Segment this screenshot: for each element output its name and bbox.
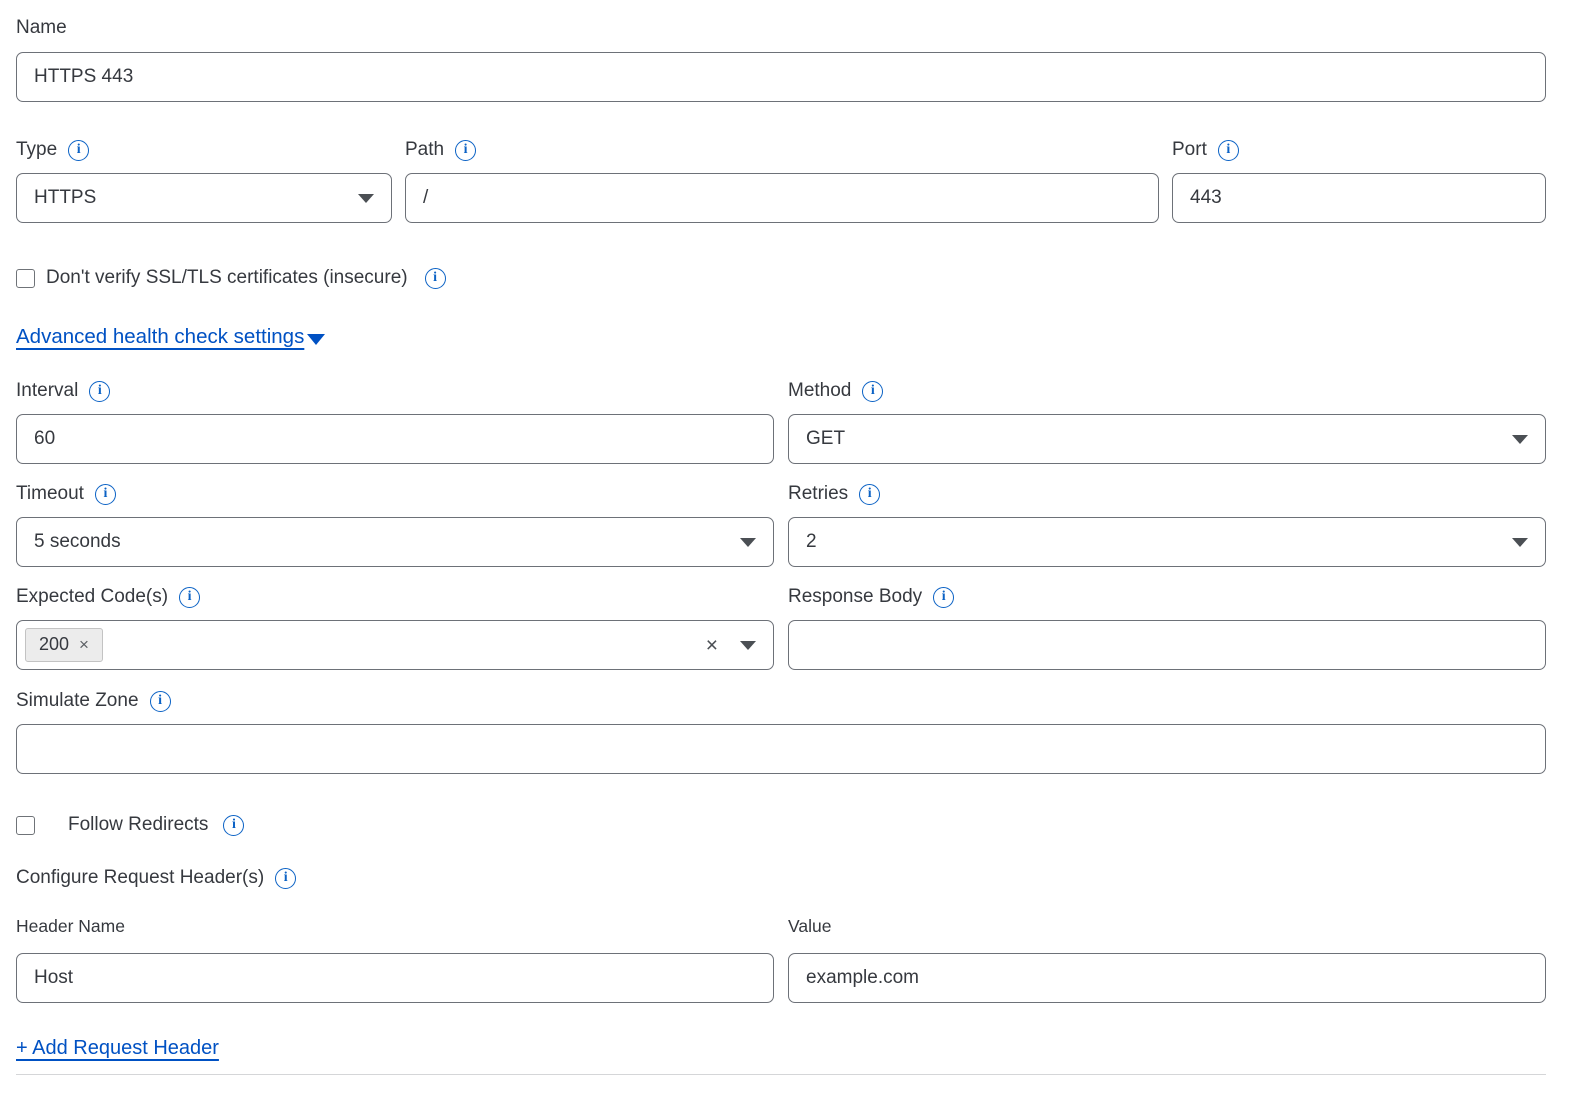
info-icon[interactable]: i (89, 381, 110, 402)
timeout-field-group: Timeout i 5 seconds (16, 482, 774, 567)
info-icon[interactable]: i (455, 140, 476, 161)
path-input[interactable] (405, 173, 1159, 223)
info-icon[interactable]: i (859, 484, 880, 505)
follow-redirects-checkbox[interactable] (16, 816, 35, 835)
info-icon[interactable]: i (275, 868, 296, 889)
response-body-field-group: Response Body i (788, 585, 1546, 670)
expected-code-tag-value: 200 (39, 634, 69, 656)
interval-input[interactable] (16, 414, 774, 464)
type-select[interactable]: HTTPS (16, 173, 392, 223)
response-body-label: Response Body (788, 585, 922, 609)
interval-field-group: Interval i (16, 379, 774, 464)
advanced-settings-toggle[interactable]: Advanced health check settings (16, 325, 325, 349)
method-label: Method (788, 379, 851, 403)
chevron-down-icon (358, 194, 374, 203)
name-input[interactable] (16, 52, 1546, 102)
expected-codes-label: Expected Code(s) (16, 585, 168, 609)
info-icon[interactable]: i (179, 587, 200, 608)
add-request-header[interactable]: + Add Request Header (16, 1037, 219, 1060)
port-label: Port (1172, 138, 1207, 162)
chevron-down-icon (1512, 538, 1528, 547)
advanced-settings-link[interactable]: Advanced health check settings (16, 325, 304, 349)
info-icon[interactable]: i (862, 381, 883, 402)
simulate-zone-input[interactable] (16, 724, 1546, 774)
port-input[interactable] (1172, 173, 1546, 223)
follow-redirects-row: Follow Redirects i (16, 814, 1546, 836)
header-value-field-group: Value (788, 915, 1546, 1003)
timeout-select[interactable]: 5 seconds (16, 517, 774, 567)
retries-select[interactable]: 2 (788, 517, 1546, 567)
timeout-select-value: 5 seconds (34, 531, 121, 553)
verify-ssl-label: Don't verify SSL/TLS certificates (insec… (46, 267, 408, 289)
expected-codes-multiselect[interactable]: 200 × × (16, 620, 774, 670)
header-value-input[interactable] (788, 953, 1546, 1003)
retries-field-group: Retries i 2 (788, 482, 1546, 567)
timeout-label: Timeout (16, 482, 84, 506)
verify-ssl-row: Don't verify SSL/TLS certificates (insec… (16, 267, 1546, 289)
type-select-value: HTTPS (34, 187, 96, 209)
response-body-input[interactable] (788, 620, 1546, 670)
simulate-zone-label: Simulate Zone (16, 689, 139, 713)
verify-ssl-checkbox[interactable] (16, 269, 35, 288)
port-field-group: Port i (1172, 138, 1546, 223)
header-value-label: Value (788, 915, 1546, 937)
info-icon[interactable]: i (1218, 140, 1239, 161)
type-field-group: Type i HTTPS (16, 138, 392, 223)
header-name-field-group: Header Name (16, 915, 774, 1003)
method-select[interactable]: GET (788, 414, 1546, 464)
chevron-down-icon (1512, 435, 1528, 444)
section-divider (16, 1074, 1546, 1075)
name-label: Name (16, 16, 67, 40)
simulate-zone-field-group: Simulate Zone i (16, 689, 1546, 774)
info-icon[interactable]: i (150, 691, 171, 712)
method-field-group: Method i GET (788, 379, 1546, 464)
expected-code-tag: 200 × (25, 628, 103, 662)
follow-redirects-label: Follow Redirects (68, 814, 208, 836)
add-request-header-link[interactable]: + Add Request Header (16, 1037, 219, 1059)
chevron-down-icon (307, 334, 325, 345)
info-icon[interactable]: i (68, 140, 89, 161)
info-icon[interactable]: i (425, 268, 446, 289)
request-headers-title: Configure Request Header(s) (16, 866, 264, 890)
chevron-down-icon (740, 641, 756, 650)
info-icon[interactable]: i (223, 815, 244, 836)
path-field-group: Path i (405, 138, 1159, 223)
info-icon[interactable]: i (933, 587, 954, 608)
health-check-form: Name Type i HTTPS Path i Port i (0, 0, 1570, 1075)
retries-label: Retries (788, 482, 848, 506)
remove-tag-icon[interactable]: × (79, 635, 89, 655)
header-name-label: Header Name (16, 915, 774, 937)
retries-select-value: 2 (806, 531, 817, 553)
method-select-value: GET (806, 428, 845, 450)
expected-codes-field-group: Expected Code(s) i 200 × × (16, 585, 774, 670)
header-name-input[interactable] (16, 953, 774, 1003)
info-icon[interactable]: i (95, 484, 116, 505)
clear-all-icon[interactable]: × (706, 635, 718, 656)
type-label: Type (16, 138, 57, 162)
path-label: Path (405, 138, 444, 162)
chevron-down-icon (740, 538, 756, 547)
interval-label: Interval (16, 379, 78, 403)
